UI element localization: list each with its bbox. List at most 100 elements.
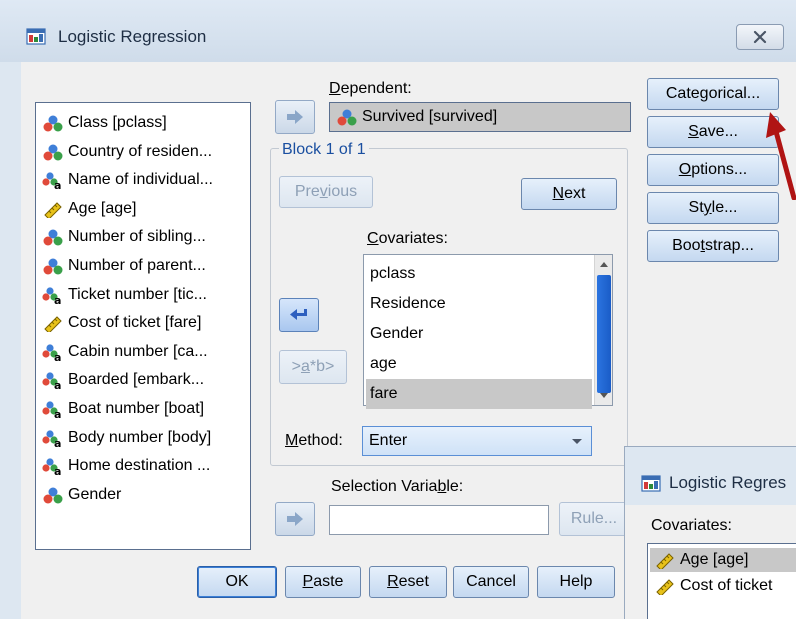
list-item-label: Boat number [boat] [68, 400, 205, 417]
list-item[interactable]: a Name of individual... [42, 168, 213, 192]
string-nominal-icon: a [42, 401, 61, 418]
secondary-dialog-body: Covariates: Age [age] Cost of ticket [625, 505, 796, 619]
categorical-button[interactable]: Cate g orical... [647, 78, 779, 110]
paste-button[interactable]: Paste [285, 566, 361, 598]
list-item[interactable]: a Home destination ... [42, 454, 210, 478]
reset-button[interactable]: Reset [369, 566, 447, 598]
covariates-list[interactable]: pclass Residence Gender age fare [363, 254, 613, 409]
rule-button[interactable]: Rule... [559, 502, 629, 536]
next-button[interactable]: Next [521, 178, 617, 210]
table-row[interactable]: fare [366, 379, 592, 409]
bootstrap-button[interactable]: Boo t strap... [647, 230, 779, 262]
annotation-arrow-icon [766, 112, 796, 200]
table-row[interactable]: Residence [366, 289, 592, 319]
scroll-down-button[interactable] [595, 387, 613, 405]
nominal-icon [43, 229, 63, 246]
scale-icon [656, 553, 674, 569]
close-button[interactable] [736, 24, 784, 50]
scroll-up-icon [600, 262, 608, 267]
nominal-icon [43, 115, 63, 132]
scale-icon [656, 579, 674, 595]
scroll-thumb[interactable] [597, 275, 611, 393]
string-nominal-icon: a [42, 344, 61, 361]
block-title: Block 1 of 1 [279, 141, 369, 159]
table-row[interactable]: Gender [366, 319, 592, 349]
list-item-label: Cabin number [ca... [68, 342, 208, 360]
help-button[interactable]: Help [537, 566, 615, 598]
scale-icon [44, 202, 62, 218]
dependent-field[interactable]: Survived [survived] [329, 102, 631, 132]
table-row[interactable]: pclass [366, 259, 592, 289]
nominal-icon [43, 144, 63, 161]
list-item[interactable]: Cost of ticket [fare] [42, 311, 201, 335]
previous-button[interactable]: Pre v ious [279, 176, 373, 208]
dependent-label: Dependent: [329, 80, 412, 97]
spss-dialog-icon [641, 475, 661, 492]
string-nominal-icon: a [42, 286, 61, 304]
list-item-label: Number of parent... [68, 257, 206, 274]
secondary-covariates-list[interactable]: Age [age] Cost of ticket [647, 543, 796, 619]
scroll-down-icon [600, 393, 608, 398]
list-item[interactable]: Number of parent... [42, 254, 206, 278]
list-item-label: Class [pclass] [68, 114, 167, 131]
scale-icon [44, 316, 62, 333]
list-item-label: Boarded [embark... [68, 371, 205, 389]
arrow-right-icon [287, 512, 303, 526]
method-dropdown[interactable]: Enter [362, 426, 592, 456]
ok-button[interactable]: OK [197, 566, 277, 598]
string-nominal-icon: a [42, 458, 61, 475]
list-item[interactable]: Gender [42, 483, 121, 507]
list-item[interactable]: Class [pclass] [42, 111, 167, 135]
covariate-label: Residence [370, 295, 446, 312]
table-row[interactable]: age [366, 349, 592, 379]
covariates-scrollbar[interactable] [594, 255, 612, 405]
list-item[interactable]: a Boat number [boat] [42, 397, 204, 421]
list-item[interactable]: Age [age] [650, 548, 796, 572]
list-item-label: Age [age] [68, 199, 137, 217]
interaction-button[interactable]: > a *b> [279, 350, 347, 384]
method-value: Enter [369, 432, 408, 449]
covariate-label: Gender [370, 325, 424, 342]
dependent-value: Survived [survived] [362, 108, 498, 125]
svg-text:a: a [54, 379, 61, 389]
list-item[interactable]: Country of residen... [42, 140, 212, 164]
method-label: Method: [285, 432, 343, 449]
list-item[interactable]: a Boarded [embark... [42, 368, 204, 392]
move-to-selection-button[interactable] [275, 502, 315, 536]
list-item[interactable]: a Cabin number [ca... [42, 340, 208, 364]
close-icon [753, 30, 767, 44]
window-title: Logistic Regression [58, 27, 207, 46]
list-item[interactable]: Number of sibling... [42, 225, 206, 249]
covariate-label: fare [370, 385, 398, 402]
svg-text:a: a [54, 351, 61, 361]
string-nominal-icon: a [42, 172, 61, 189]
secondary-covariates-label: Covariates: [651, 517, 732, 534]
list-item-label: Body number [body] [68, 428, 212, 446]
nominal-icon [337, 109, 357, 126]
title-bar: Logistic Regression [0, 0, 796, 62]
list-item-label: Home destination ... [68, 457, 211, 475]
move-to-covariates-button[interactable] [279, 298, 319, 332]
cancel-button[interactable]: Cancel [453, 566, 529, 598]
chevron-down-icon [572, 439, 582, 444]
nominal-icon [43, 258, 63, 275]
list-item[interactable]: a Ticket number [tic... [42, 283, 207, 307]
list-item-label: Name of individual... [68, 171, 213, 189]
move-to-dependent-button[interactable] [275, 100, 315, 134]
svg-text:a: a [54, 408, 61, 418]
scroll-up-button[interactable] [595, 255, 613, 273]
list-item[interactable]: Age [age] [42, 197, 137, 221]
variable-list[interactable]: Class [pclass] Country of residen... a Name… [35, 102, 251, 550]
secondary-dialog: Logistic Regres Covariates: Age [age] Co… [624, 446, 796, 619]
svg-text:a: a [54, 437, 61, 447]
list-item-label: Country of residen... [68, 142, 213, 160]
svg-text:a: a [54, 294, 61, 304]
list-item[interactable]: a Body number [body] [42, 426, 211, 450]
list-item-label: Cost of ticket [fare] [68, 314, 202, 332]
selection-variable-field[interactable] [329, 505, 549, 535]
svg-text:a: a [54, 465, 61, 475]
arrow-right-icon [287, 110, 303, 124]
list-item[interactable]: Cost of ticket [650, 574, 796, 598]
secondary-dialog-title: Logistic Regres [669, 473, 787, 492]
string-nominal-icon: a [42, 372, 61, 389]
